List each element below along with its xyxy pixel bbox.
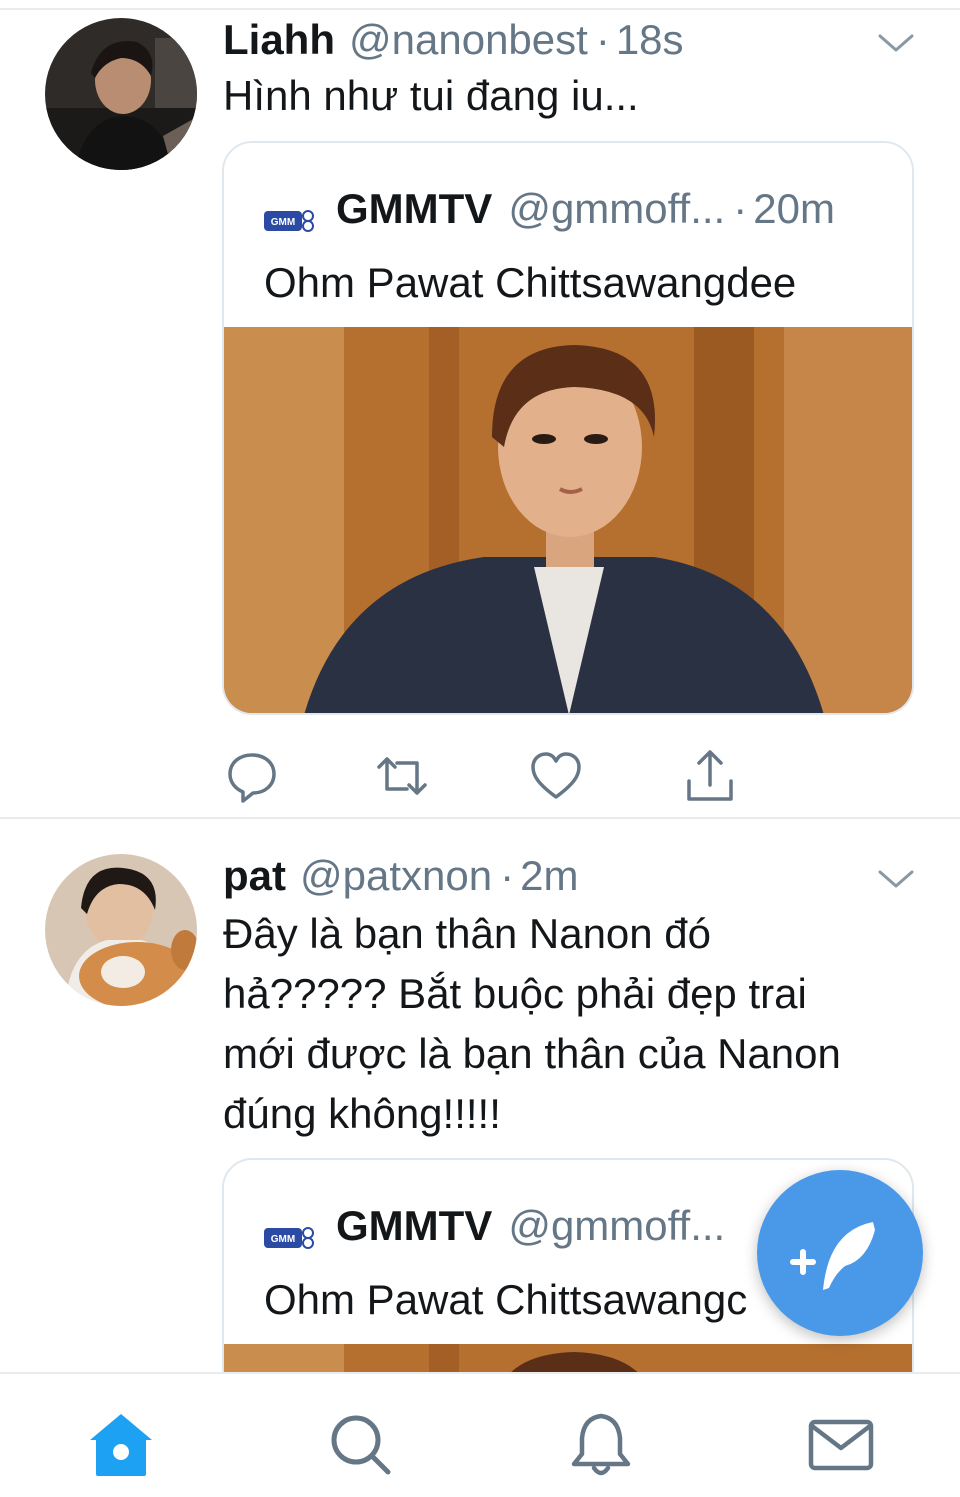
- handle[interactable]: @nanonbest: [349, 10, 588, 70]
- display-name[interactable]: Liahh: [223, 10, 335, 70]
- tweet-text-line: đúng không!!!!!: [223, 1090, 501, 1137]
- compose-tweet-button[interactable]: [757, 1170, 923, 1336]
- tweet-text-line: Đây là bạn thân Nanon đó: [223, 910, 712, 957]
- handle[interactable]: @patxnon: [300, 846, 492, 906]
- reply-icon[interactable]: [223, 747, 281, 805]
- quoted-tweet-text: Ohm Pawat Chittsawangdee: [264, 259, 797, 306]
- gmmtv-logo: GMM: [264, 1213, 314, 1249]
- tweet-text-line: hả????? Bắt buộc phải đẹp trai: [223, 970, 807, 1017]
- tweet-header: Liahh @nanonbest · 18s: [223, 10, 684, 70]
- quoted-handle: @gmmoff...: [508, 185, 726, 232]
- logo-text: GMM: [271, 1234, 295, 1245]
- heart-icon[interactable]: [527, 747, 585, 805]
- separator: ·: [733, 185, 748, 232]
- timestamp[interactable]: 18s: [616, 10, 684, 70]
- avatar[interactable]: [45, 854, 197, 1006]
- display-name[interactable]: pat: [223, 846, 286, 906]
- home-icon[interactable]: [86, 1410, 156, 1480]
- tweet-text-line: mới được là bạn thân của Nanon: [223, 1030, 841, 1077]
- separator: ·: [500, 852, 515, 899]
- separator: ·: [595, 16, 610, 63]
- chevron-down-icon[interactable]: [876, 864, 916, 894]
- bell-icon[interactable]: [566, 1410, 636, 1480]
- tweet-text: Đây là bạn thân Nanon đó hả????? Bắt buộ…: [223, 904, 913, 1144]
- quoted-handle: @gmmoff...: [508, 1202, 726, 1249]
- timestamp[interactable]: 2m: [520, 846, 578, 906]
- tweet-actions: [223, 747, 763, 807]
- quoted-tweet-photo[interactable]: [224, 327, 912, 713]
- bottom-tab-bar: [0, 1372, 960, 1497]
- quoted-tweet[interactable]: GMM GMMTV @gmmoff... · 20m Ohm Pawat Chi…: [222, 141, 914, 715]
- logo-text: GMM: [271, 217, 295, 228]
- quoted-display-name: GMMTV: [336, 1202, 493, 1249]
- share-icon[interactable]: [681, 747, 739, 805]
- compose-tweet-icon: [790, 1222, 875, 1290]
- tweet-text: Hình như tui đang iu...: [223, 72, 639, 119]
- retweet-icon[interactable]: [373, 747, 431, 805]
- quoted-timestamp: 20m: [753, 185, 835, 232]
- quoted-tweet-text: Ohm Pawat Chittsawangc: [264, 1276, 748, 1323]
- search-icon[interactable]: [326, 1410, 396, 1480]
- quoted-tweet-header: GMM GMMTV @gmmoff...: [264, 1196, 725, 1256]
- chevron-down-icon[interactable]: [876, 28, 916, 58]
- gmmtv-logo: GMM: [264, 196, 314, 232]
- tweet-header: pat @patxnon · 2m: [223, 846, 578, 906]
- tweet-divider: [0, 817, 960, 819]
- avatar[interactable]: [45, 18, 197, 170]
- quoted-display-name: GMMTV: [336, 185, 493, 232]
- mail-icon[interactable]: [806, 1410, 876, 1480]
- quoted-tweet-header: GMM GMMTV @gmmoff... · 20m: [264, 179, 835, 239]
